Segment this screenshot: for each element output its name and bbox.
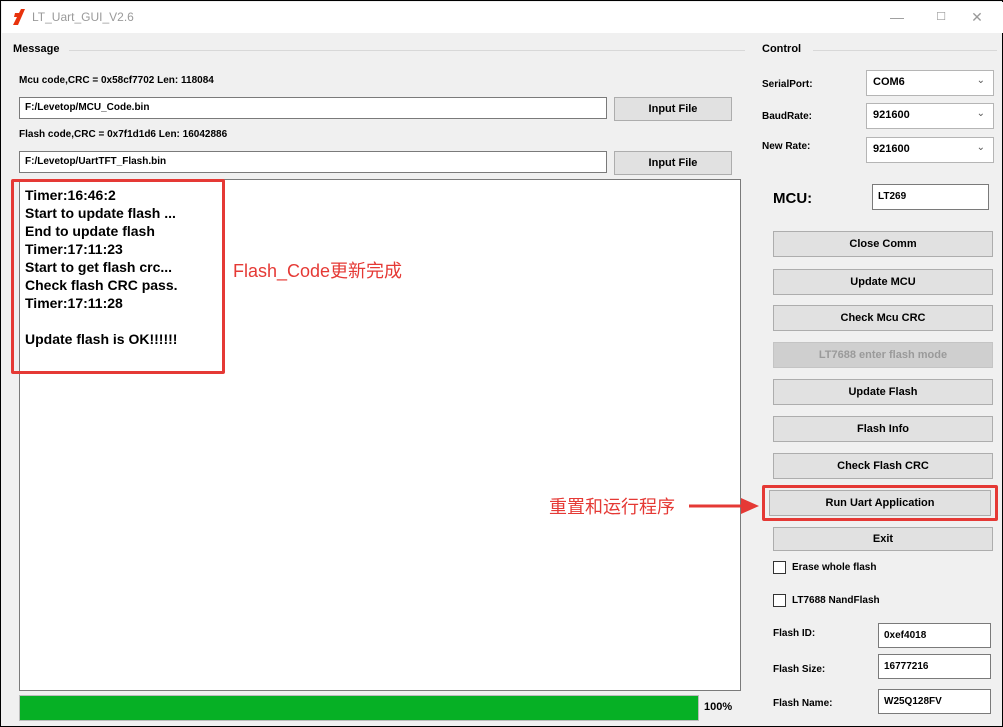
- mcu-path-field[interactable]: F:/Levetop/MCU_Code.bin: [19, 97, 607, 119]
- new-rate-label: New Rate:: [762, 141, 811, 152]
- chevron-down-icon: ⌄: [976, 108, 985, 119]
- message-separator: [69, 50, 745, 51]
- progress-bar: [19, 695, 699, 721]
- exit-button[interactable]: Exit: [773, 527, 993, 551]
- progress-percent: 100%: [704, 701, 733, 713]
- mcu-code-info: Mcu code,CRC = 0x58cf7702 Len: 118084: [19, 75, 214, 86]
- new-rate-select[interactable]: 921600 ⌄: [866, 137, 994, 163]
- update-flash-button[interactable]: Update Flash: [773, 379, 993, 405]
- minimize-button[interactable]: —: [880, 6, 914, 30]
- log-highlight-box: [11, 179, 225, 374]
- control-separator: [813, 50, 997, 51]
- flash-code-info: Flash code,CRC = 0x7f1d1d6 Len: 16042886: [19, 129, 228, 140]
- chevron-down-icon: ⌄: [976, 75, 985, 86]
- flash-size-label: Flash Size:: [773, 664, 826, 675]
- close-comm-button[interactable]: Close Comm: [773, 231, 993, 257]
- app-window: LT_Uart_GUI_V2.6 — ☐ ✕ Message Mcu code,…: [0, 0, 1003, 727]
- update-mcu-button[interactable]: Update MCU: [773, 269, 993, 295]
- serial-port-label: SerialPort:: [762, 79, 813, 90]
- new-rate-value: 921600: [873, 143, 910, 155]
- flash-size-field[interactable]: 16777216: [878, 654, 991, 679]
- flash-id-field[interactable]: 0xef4018: [878, 623, 991, 648]
- chevron-down-icon: ⌄: [976, 142, 985, 153]
- lt7688-nandflash-checkbox[interactable]: [773, 594, 786, 607]
- flash-name-field[interactable]: W25Q128FV: [878, 689, 991, 714]
- erase-whole-flash-label: Erase whole flash: [792, 562, 877, 573]
- input-file-flash-button[interactable]: Input File: [614, 151, 732, 175]
- serial-port-select[interactable]: COM6 ⌄: [866, 70, 994, 96]
- message-section-label: Message: [13, 43, 60, 55]
- title-bar: LT_Uart_GUI_V2.6 — ☐ ✕: [2, 2, 1003, 33]
- flash-done-annotation: Flash_Code更新完成: [233, 261, 403, 281]
- app-logo-icon: [13, 9, 25, 25]
- mcu-field[interactable]: LT269: [872, 184, 989, 210]
- reset-run-annotation: 重置和运行程序: [549, 497, 675, 517]
- flash-info-button[interactable]: Flash Info: [773, 416, 993, 442]
- lt7688-nandflash-label: LT7688 NandFlash: [792, 595, 880, 606]
- flash-id-label: Flash ID:: [773, 628, 816, 639]
- serial-port-value: COM6: [873, 76, 905, 88]
- check-flash-crc-button[interactable]: Check Flash CRC: [773, 453, 993, 479]
- arrow-right-icon: [689, 498, 759, 514]
- maximize-button[interactable]: ☐: [924, 6, 958, 30]
- erase-whole-flash-checkbox[interactable]: [773, 561, 786, 574]
- baud-rate-select[interactable]: 921600 ⌄: [866, 103, 994, 129]
- control-section-label: Control: [762, 43, 802, 55]
- flash-name-label: Flash Name:: [773, 698, 833, 709]
- window-title: LT_Uart_GUI_V2.6: [32, 10, 134, 24]
- run-uart-application-button[interactable]: Run Uart Application: [769, 490, 991, 516]
- lt7688-flash-mode-button[interactable]: LT7688 enter flash mode: [773, 342, 993, 368]
- input-file-mcu-button[interactable]: Input File: [614, 97, 732, 121]
- flash-path-field[interactable]: F:/Levetop/UartTFT_Flash.bin: [19, 151, 607, 173]
- baud-rate-value: 921600: [873, 109, 910, 121]
- progress-fill: [20, 696, 698, 720]
- baud-rate-label: BaudRate:: [762, 111, 813, 122]
- mcu-label: MCU:: [773, 190, 813, 207]
- check-mcu-crc-button[interactable]: Check Mcu CRC: [773, 305, 993, 331]
- close-button[interactable]: ✕: [960, 6, 994, 30]
